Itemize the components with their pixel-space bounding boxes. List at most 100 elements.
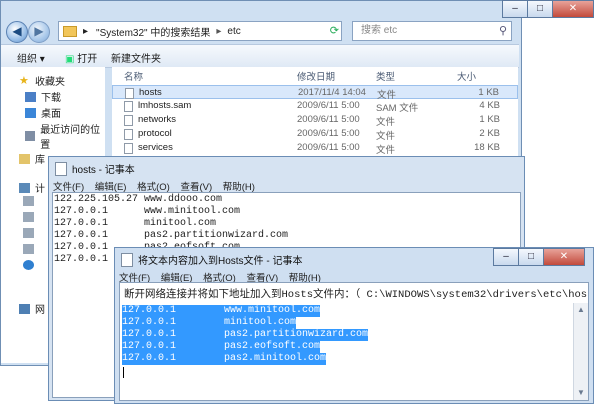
file-name: lmhosts.sam: [138, 100, 192, 111]
file-size: 18 KB: [474, 142, 500, 153]
column-header-name[interactable]: 名称: [124, 69, 143, 83]
column-header-date[interactable]: 修改日期: [297, 69, 335, 83]
scroll-down-icon[interactable]: ▼: [576, 388, 586, 398]
file-type: SAM 文件: [376, 103, 419, 114]
sidebar-network-label: 网: [35, 305, 45, 316]
sidebar-drive[interactable]: [23, 244, 39, 254]
maximize-button[interactable]: □: [518, 248, 544, 266]
file-size: 1 KB: [479, 114, 500, 125]
sidebar-item-downloads[interactable]: 下载: [25, 89, 61, 104]
file-row[interactable]: lmhosts.sam 2009/6/11 5:00 SAM 文件 4 KB: [112, 99, 518, 114]
back-button[interactable]: ◀: [6, 21, 28, 43]
address-bar[interactable]: ▸ "System32" 中的搜索结果 ▸ etc ⟳: [58, 21, 342, 41]
text-line: 127.0.0.1 pas2.partitionwizard.com: [54, 230, 289, 241]
sidebar-drive[interactable]: [23, 228, 39, 238]
column-header-type[interactable]: 类型: [376, 69, 395, 83]
drive-icon: [23, 212, 34, 222]
sidebar-item-label: 下载: [41, 93, 61, 104]
dvd-drive-icon: [23, 260, 34, 270]
file-name: networks: [138, 114, 177, 125]
sidebar-computer-label: 计: [35, 184, 45, 195]
file-row[interactable]: networks 2009/6/11 5:00 文件 1 KB: [112, 113, 518, 128]
file-icon: [124, 143, 133, 154]
sidebar-drive[interactable]: [23, 212, 39, 222]
sidebar-item-recent-places[interactable]: 最近访问的位置: [25, 121, 105, 151]
computer-icon: [19, 182, 30, 193]
sidebar-library-label: 库: [35, 155, 45, 166]
column-header-size[interactable]: 大小: [457, 69, 476, 83]
close-button[interactable]: ✕: [543, 248, 585, 266]
window-title: 将文本内容加入到Hosts文件 - 记事本: [121, 252, 302, 267]
selected-text-line: 127.0.0.1 www.minitool.com: [122, 305, 321, 317]
minimize-button[interactable]: –: [493, 248, 519, 266]
text-cursor: [123, 367, 124, 378]
file-row[interactable]: services 2009/6/11 5:00 文件 18 KB: [112, 141, 518, 156]
file-type: 文件: [376, 131, 396, 142]
selected-text-line: 127.0.0.1 pas2.eofsoft.com: [122, 341, 321, 353]
file-size: 2 KB: [479, 128, 500, 139]
navigation-bar: ◀ ▶ ▸ "System32" 中的搜索结果 ▸ etc ⟳ 搜索 etc ⚲: [6, 20, 516, 44]
text-editor[interactable]: 断开网络连接并将如下地址加入到Hosts文件内：（ C:\WINDOWS\sys…: [119, 282, 589, 401]
sidebar-item-label: 桌面: [41, 109, 61, 120]
download-folder-icon: [25, 91, 36, 102]
drive-icon: [23, 244, 34, 254]
caption-buttons: – □ ✕: [493, 248, 585, 266]
close-button[interactable]: ✕: [552, 0, 594, 18]
selected-text-line: 127.0.0.1 minitool.com: [122, 317, 297, 329]
text-line: 127.0.0.1 www.minitool.com: [54, 206, 241, 217]
scroll-up-icon[interactable]: ▲: [576, 305, 586, 315]
file-list: 名称 修改日期 类型 大小 hosts 2017/11/4 14:04 文件 1…: [112, 67, 518, 167]
file-icon: [124, 101, 133, 112]
minimize-button[interactable]: –: [502, 0, 528, 18]
network-icon: [19, 303, 30, 314]
window-title-text: 将文本内容加入到Hosts文件 - 记事本: [138, 256, 303, 267]
selected-text-line: 127.0.0.1 pas2.minitool.com: [122, 353, 327, 365]
forward-button[interactable]: ▶: [28, 21, 50, 43]
breadcrumb-chevron-icon: ▸: [216, 25, 222, 37]
instruction-text: 断开网络连接并将如下地址加入到Hosts文件内：（ C:\WINDOWS\sys…: [124, 289, 589, 301]
breadcrumb-etc[interactable]: etc: [227, 26, 240, 37]
file-name: protocol: [138, 128, 172, 139]
sidebar-libraries[interactable]: 库: [19, 151, 45, 166]
folder-icon: [63, 25, 77, 37]
star-icon: ★: [19, 74, 29, 87]
explorer-caption-buttons: – □ ✕: [502, 0, 594, 18]
notepad-icon: [55, 161, 67, 176]
recent-places-icon: [25, 131, 36, 141]
search-icon: ⚲: [498, 25, 507, 37]
file-icon: [124, 115, 133, 126]
desktop-icon: [25, 107, 36, 118]
sidebar-favorites[interactable]: ★ 收藏夹: [19, 73, 65, 88]
search-input[interactable]: 搜索 etc ⚲: [352, 21, 512, 41]
file-date: 2009/6/11 5:00: [297, 100, 360, 111]
file-size: 1 KB: [478, 87, 499, 98]
sidebar-drive[interactable]: [23, 260, 39, 270]
text-line: 122.225.105.27 www.ddooo.com: [54, 194, 223, 205]
open-label: 打开: [77, 54, 98, 65]
new-folder-button[interactable]: 新建文件夹: [111, 50, 161, 65]
file-row[interactable]: protocol 2009/6/11 5:00 文件 2 KB: [112, 127, 518, 142]
sidebar-computer[interactable]: 计: [19, 180, 45, 195]
sidebar-network[interactable]: 网: [19, 301, 45, 316]
sidebar-item-label: 最近访问的位置: [40, 125, 101, 151]
open-button[interactable]: ▣ 打开: [65, 50, 97, 65]
file-icon: [125, 88, 134, 99]
maximize-button[interactable]: □: [527, 0, 553, 18]
vertical-scrollbar[interactable]: ▲ ▼: [573, 303, 588, 400]
refresh-icon[interactable]: ⟳: [330, 24, 339, 37]
window-title: hosts - 记事本: [55, 161, 135, 176]
file-icon: [124, 129, 133, 140]
file-row[interactable]: hosts 2017/11/4 14:04 文件 1 KB: [112, 85, 518, 101]
file-list-header: 名称 修改日期 类型 大小: [112, 67, 518, 83]
file-date: 2009/6/11 5:00: [297, 114, 360, 125]
sidebar-item-desktop[interactable]: 桌面: [25, 105, 61, 120]
breadcrumb-search-results[interactable]: "System32" 中的搜索结果: [96, 24, 210, 39]
file-date: 2009/6/11 5:00: [297, 142, 360, 153]
organize-button[interactable]: 组织 ▾: [17, 50, 45, 65]
instructions-notepad-window: 将文本内容加入到Hosts文件 - 记事本 – □ ✕ 文件(F) 编辑(E) …: [114, 247, 594, 404]
file-name: services: [138, 142, 173, 153]
search-placeholder: 搜索 etc: [361, 25, 398, 36]
notepad-icon: [121, 252, 133, 267]
sidebar-drive[interactable]: [23, 196, 39, 206]
file-type: 文件: [376, 117, 396, 128]
